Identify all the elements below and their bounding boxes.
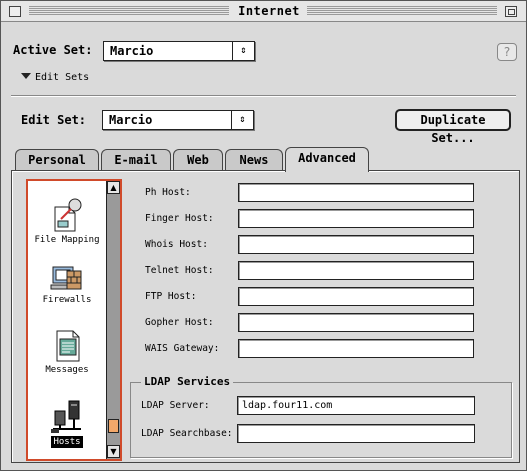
disclosure-triangle-icon <box>21 73 31 79</box>
ldap-services-title: LDAP Services <box>141 375 234 388</box>
duplicate-set-button[interactable]: Duplicate Set... <box>395 109 511 145</box>
ftp-host-label: FTP Host: <box>145 291 197 302</box>
tab-web[interactable]: Web <box>173 149 223 171</box>
wais-gateway-field[interactable] <box>238 339 474 358</box>
title-stripes-left <box>29 6 229 16</box>
telnet-host-field[interactable] <box>238 261 474 280</box>
category-label: Firewalls <box>42 295 92 305</box>
whois-host-label: Whois Host: <box>145 239 208 250</box>
help-icon: ? <box>503 45 511 59</box>
active-set-popup[interactable]: Marcio ⇕ <box>103 41 255 61</box>
category-label: Hosts <box>51 436 83 448</box>
scroll-thumb[interactable] <box>108 419 119 433</box>
popup-arrows-icon: ⇕ <box>231 111 253 129</box>
hosts-icon <box>51 400 81 433</box>
edit-set-label: Edit Set: <box>21 113 87 127</box>
tab-email[interactable]: E-mail <box>101 149 171 171</box>
zoom-box[interactable] <box>505 6 517 17</box>
ldap-searchbase-field[interactable] <box>237 424 475 443</box>
active-set-label: Active Set: <box>13 43 93 57</box>
popup-arrows-icon: ⇕ <box>232 42 254 60</box>
category-items: File Mapping Firewalls Messages Hosts <box>28 181 106 459</box>
ldap-server-label: LDAP Server: <box>141 400 210 411</box>
tab-advanced[interactable]: Advanced <box>285 147 369 172</box>
category-firewalls[interactable]: Firewalls <box>28 257 106 305</box>
help-button[interactable]: ? <box>497 43 517 61</box>
edit-sets-disclosure[interactable]: Edit Sets <box>21 72 89 83</box>
ph-host-label: Ph Host: <box>145 187 191 198</box>
category-hosts[interactable]: Hosts <box>28 399 106 448</box>
gopher-host-label: Gopher Host: <box>145 317 214 328</box>
edit-set-popup[interactable]: Marcio ⇕ <box>102 110 254 130</box>
advanced-panel: File Mapping Firewalls Messages Hosts ▲ … <box>11 170 520 463</box>
scroll-down-arrow-icon[interactable]: ▼ <box>107 445 120 458</box>
whois-host-field[interactable] <box>238 235 474 254</box>
tab-personal[interactable]: Personal <box>15 149 99 171</box>
telnet-host-label: Telnet Host: <box>145 265 214 276</box>
firewalls-icon <box>50 266 82 290</box>
category-label: File Mapping <box>34 235 100 245</box>
ph-host-field[interactable] <box>238 183 474 202</box>
tab-news[interactable]: News <box>225 149 283 171</box>
messages-icon <box>56 330 80 362</box>
internet-window: Internet Active Set: Marcio ⇕ ? Edit Set… <box>0 0 527 471</box>
category-scrollbar[interactable]: ▲ ▼ <box>106 181 120 459</box>
scroll-up-arrow-icon[interactable]: ▲ <box>107 181 120 194</box>
gopher-host-field[interactable] <box>238 313 474 332</box>
close-box[interactable] <box>9 6 21 17</box>
window-title: Internet <box>238 4 300 18</box>
divider <box>11 95 516 97</box>
ftp-host-field[interactable] <box>238 287 474 306</box>
file-mapping-icon <box>54 198 82 232</box>
wais-gateway-label: WAIS Gateway: <box>145 343 220 354</box>
category-list[interactable]: File Mapping Firewalls Messages Hosts ▲ … <box>26 179 122 461</box>
finger-host-field[interactable] <box>238 209 474 228</box>
category-label: Messages <box>45 365 89 375</box>
finger-host-label: Finger Host: <box>145 213 214 224</box>
category-messages[interactable]: Messages <box>28 327 106 375</box>
edit-sets-label: Edit Sets <box>35 72 90 83</box>
edit-set-value: Marcio <box>109 113 153 127</box>
active-set-value: Marcio <box>110 44 154 58</box>
title-bar[interactable]: Internet <box>1 1 526 22</box>
ldap-searchbase-label: LDAP Searchbase: <box>141 428 233 439</box>
ldap-server-field[interactable] <box>237 396 475 415</box>
category-file-mapping[interactable]: File Mapping <box>28 197 106 245</box>
title-stripes-right <box>307 6 497 16</box>
ldap-services-group: LDAP Services LDAP Server: LDAP Searchba… <box>130 375 512 458</box>
